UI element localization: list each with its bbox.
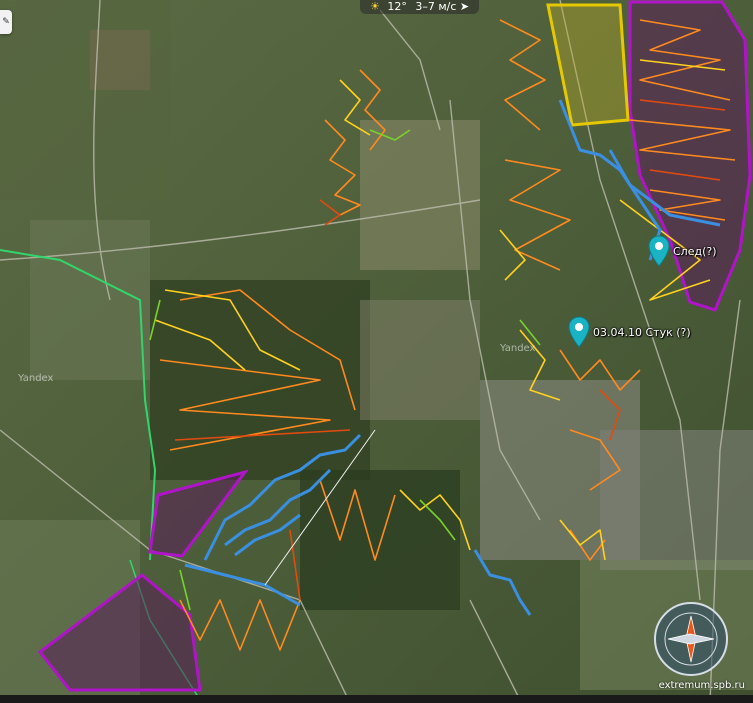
weather-indicator: ☀ 12° 3–7 м/с ➤	[360, 0, 480, 14]
site-credit: extremum.spb.ru	[658, 680, 745, 691]
map-pin-icon	[648, 235, 670, 267]
marker-sled-label: След(?)	[673, 244, 717, 258]
sun-icon: ☀	[370, 0, 380, 13]
yandex-watermark-left: Yandex	[18, 373, 54, 384]
yandex-watermark-center: Yandex	[500, 343, 536, 354]
weather-wind: 3–7 м/с ➤	[415, 0, 470, 13]
marker-stuk[interactable]: 03.04.10 Стук (?)	[568, 316, 691, 348]
weather-temperature: 12°	[387, 0, 407, 13]
zoom-control-icon[interactable]: ✎	[0, 10, 12, 34]
marker-stuk-label: 03.04.10 Стук (?)	[593, 325, 691, 339]
map-canvas[interactable]	[0, 0, 753, 703]
marker-sled[interactable]: След(?)	[648, 235, 717, 267]
map-pin-icon	[568, 316, 590, 348]
bottom-bar	[0, 695, 753, 703]
extremum-logo	[652, 600, 730, 682]
